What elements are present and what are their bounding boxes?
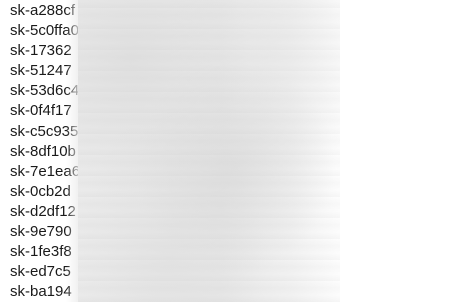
blur-redaction [78,0,340,302]
